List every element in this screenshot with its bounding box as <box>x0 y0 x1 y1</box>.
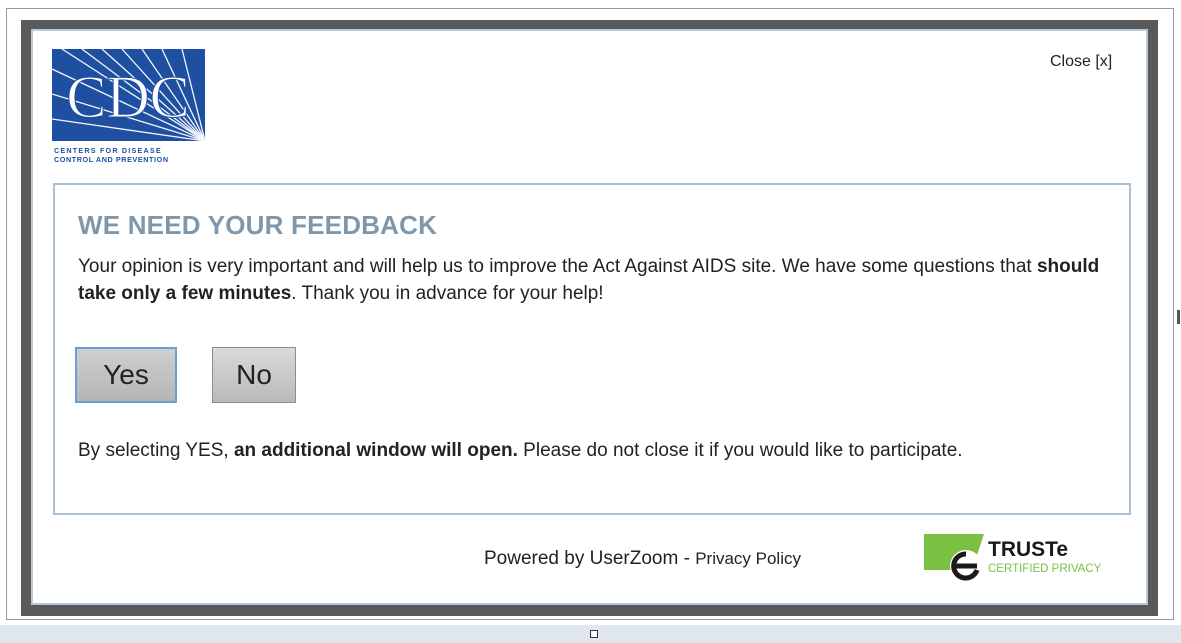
no-button[interactable]: No <box>212 347 296 403</box>
feedback-heading: WE NEED YOUR FEEDBACK <box>78 210 438 240</box>
truste-subtitle: CERTIFIED PRIVACY <box>988 563 1102 575</box>
note-text-part2: Please do not close it if you would like… <box>517 440 963 461</box>
powered-by-text: Powered by UserZoom - <box>484 548 696 569</box>
feedback-note-text: By selecting YES, an additional window w… <box>78 437 1118 464</box>
cdc-logo-line1: CENTERS FOR DISEASE <box>54 146 162 155</box>
note-text-part1: By selecting YES, <box>78 440 234 461</box>
close-button[interactable]: Close [x] <box>1050 53 1112 71</box>
edge-mark <box>1177 310 1180 324</box>
cdc-logo-line2: CONTROL AND PREVENTION <box>54 155 169 164</box>
cdc-logo: CDC CENTERS FOR DISEASE CONTROL AND PREV… <box>52 49 205 164</box>
powered-by-footer: Powered by UserZoom - Privacy Policy <box>484 548 801 570</box>
truste-seal[interactable]: TRUSTe CERTIFIED PRIVACY <box>922 532 1132 584</box>
yes-button[interactable]: Yes <box>75 347 177 403</box>
resize-handle[interactable] <box>590 630 598 638</box>
cdc-logo-letters: CDC <box>66 64 189 130</box>
intro-text-part2: . Thank you in advance for your help! <box>291 283 604 304</box>
intro-text-part1: Your opinion is very important and will … <box>78 256 1037 277</box>
privacy-policy-link[interactable]: Privacy Policy <box>695 549 801 568</box>
feedback-intro-text: Your opinion is very important and will … <box>78 253 1118 307</box>
note-text-bold: an additional window will open. <box>233 440 518 461</box>
truste-name: TRUSTe <box>988 538 1068 561</box>
